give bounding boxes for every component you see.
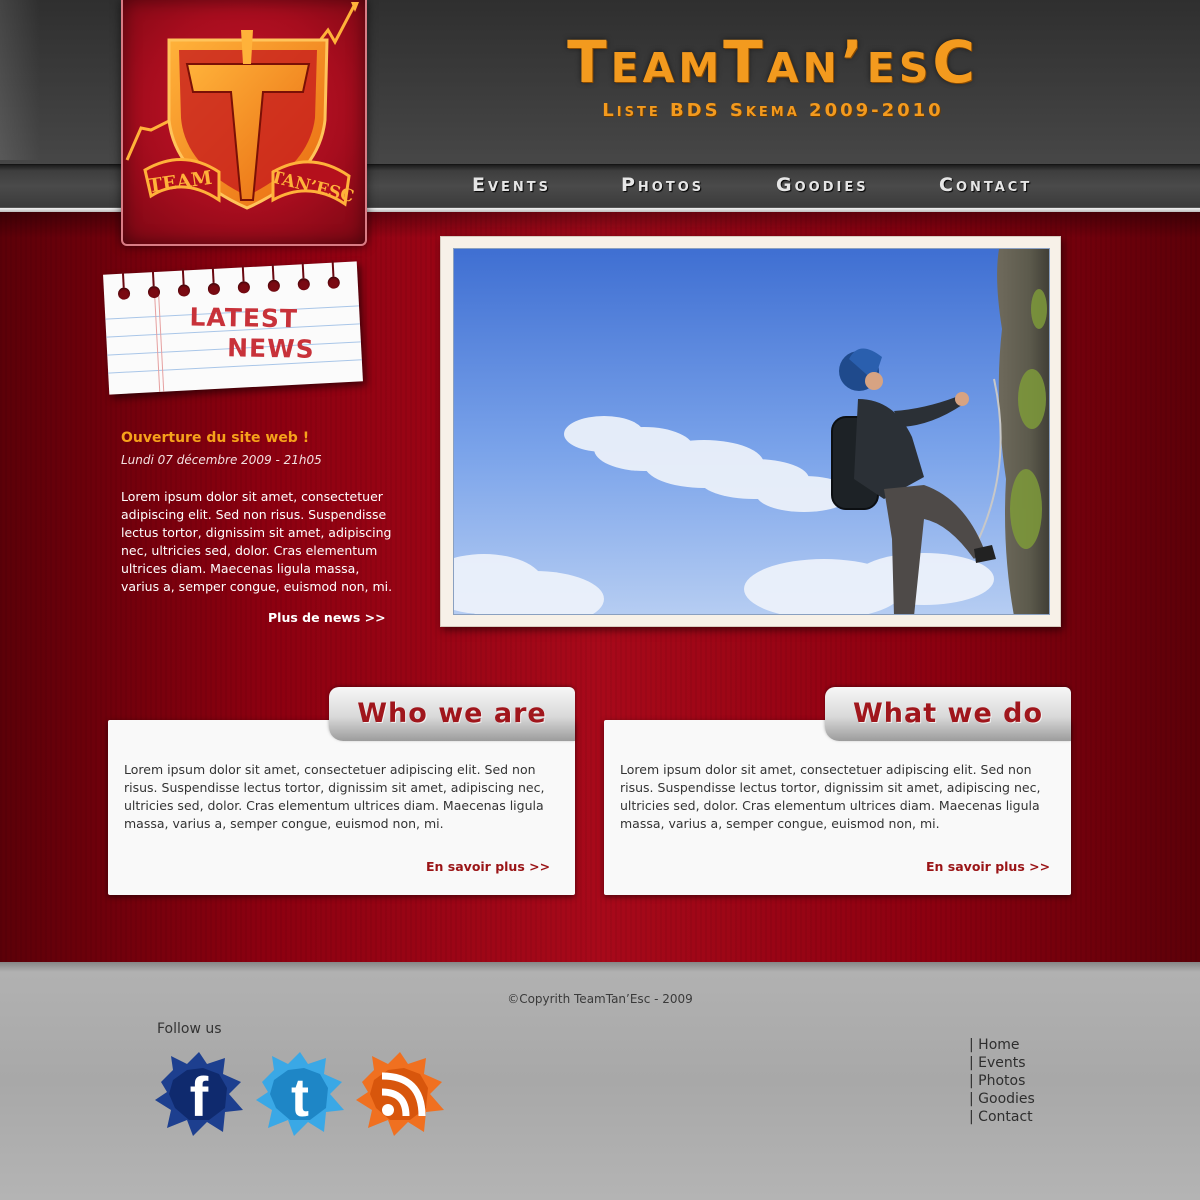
nav-item-contact[interactable]: Contact	[939, 174, 1032, 196]
news-date: Lundi 07 décembre 2009 - 21h05	[121, 453, 322, 467]
site-title: TeamTan’esC	[567, 28, 979, 96]
news-body: Lorem ipsum dolor sit amet, consectetuer…	[121, 489, 393, 594]
header-shine	[0, 0, 40, 160]
what-we-do-body: Lorem ipsum dolor sit amet, consectetuer…	[620, 762, 1041, 831]
twitter-icon: t	[256, 1052, 344, 1136]
who-we-are-more-link[interactable]: En savoir plus >>	[426, 859, 550, 874]
footer-link-events[interactable]: | Events	[969, 1054, 1035, 1072]
site-logo[interactable]: TEAM TAN’ESC	[121, 0, 367, 246]
footer-link-goodies[interactable]: | Goodies	[969, 1090, 1035, 1108]
follow-us-label: Follow us	[157, 1021, 222, 1037]
more-news-link[interactable]: Plus de news >>	[268, 610, 386, 625]
what-we-do-panel: Lorem ipsum dolor sit amet, consectetuer…	[604, 720, 1071, 895]
who-we-are-body: Lorem ipsum dolor sit amet, consectetuer…	[124, 762, 545, 831]
what-we-do-tab: What we do	[825, 687, 1071, 741]
notepad-hole	[267, 279, 281, 293]
footer-link-home[interactable]: | Home	[969, 1036, 1035, 1054]
who-we-are-tab: Who we are	[329, 687, 575, 741]
latest-news-label-line2: NEWS	[226, 333, 315, 364]
footer-nav: | Home | Events | Photos | Goodies | Con…	[969, 1036, 1035, 1126]
copyright-text: ©Copyrith TeamTan’Esc - 2009	[507, 992, 693, 1006]
who-we-are-panel: Lorem ipsum dolor sit amet, consectetuer…	[108, 720, 575, 895]
latest-news-badge: LATEST NEWS	[103, 261, 363, 395]
news-title[interactable]: Ouverture du site web !	[121, 430, 309, 446]
facebook-link[interactable]: f	[153, 1052, 245, 1136]
nav-item-photos[interactable]: Photos	[621, 174, 704, 196]
footer-link-contact[interactable]: | Contact	[969, 1108, 1035, 1126]
footer-top-shadow	[0, 962, 1200, 972]
facebook-icon: f	[155, 1052, 243, 1136]
notepad-hole	[207, 282, 221, 296]
climber-photo[interactable]	[453, 248, 1050, 615]
latest-news-label-line1: LATEST	[189, 302, 299, 334]
rss-link[interactable]	[354, 1052, 446, 1136]
site-subtitle: Liste BDS Skema 2009-2010	[602, 100, 944, 121]
nav-item-events[interactable]: Events	[472, 174, 551, 196]
team-shield-logo-icon: TEAM TAN’ESC	[125, 2, 359, 210]
notepad-hole	[297, 277, 311, 291]
svg-text:f: f	[190, 1065, 209, 1128]
who-we-are-heading: Who we are	[357, 698, 547, 729]
what-we-do-more-link[interactable]: En savoir plus >>	[926, 859, 1050, 874]
notepad-hole	[117, 287, 131, 300]
what-we-do-heading: What we do	[852, 698, 1044, 729]
rss-icon	[356, 1052, 444, 1136]
notepad-hole	[237, 281, 251, 294]
climber-image	[454, 249, 1049, 614]
footer-link-photos[interactable]: | Photos	[969, 1072, 1035, 1090]
twitter-link[interactable]: t	[254, 1052, 346, 1136]
featured-photo-frame	[440, 236, 1061, 627]
notepad-hole	[327, 276, 341, 289]
nav-item-goodies[interactable]: Goodies	[776, 174, 869, 196]
notepad-hole	[177, 284, 191, 297]
site-footer: ©Copyrith TeamTan’Esc - 2009 Follow us f…	[0, 962, 1200, 1200]
svg-text:t: t	[291, 1068, 309, 1128]
